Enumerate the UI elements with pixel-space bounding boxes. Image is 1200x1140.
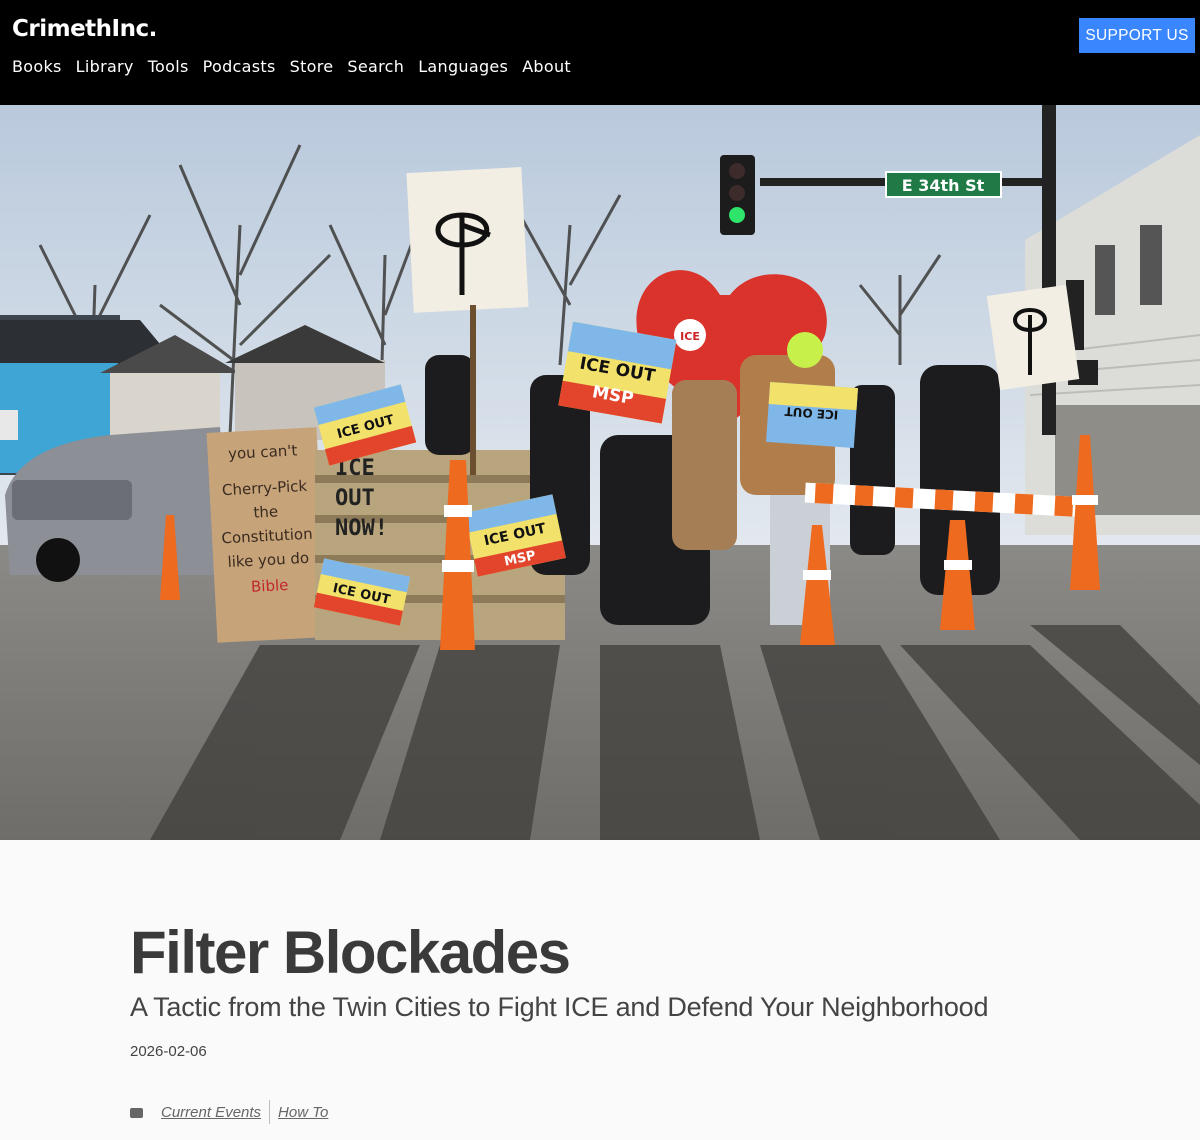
ice-out-sign-5: ICE OUT	[766, 382, 858, 448]
article-subtitle: A Tactic from the Twin Cities to Fight I…	[130, 992, 989, 1022]
street-sign: E 34th St	[902, 176, 985, 195]
nav-languages[interactable]: Languages	[418, 57, 508, 76]
nav-search[interactable]: Search	[347, 57, 404, 76]
cardboard-line-3: the	[253, 502, 279, 521]
nav-library[interactable]: Library	[76, 57, 134, 76]
tag-divider	[269, 1100, 271, 1124]
hero-image: E 34th St you can't Cherry-Pick the Cons…	[0, 105, 1200, 840]
tag-current-events[interactable]: Current Events	[161, 1104, 261, 1121]
nav-store[interactable]: Store	[290, 57, 334, 76]
nav-tools[interactable]: Tools	[148, 57, 189, 76]
ice-out-sign-1: ICE OUT MSP	[558, 321, 677, 424]
nav-podcasts[interactable]: Podcasts	[203, 57, 276, 76]
article-date: 2026-02-06	[130, 1043, 207, 1060]
site-logo[interactable]: CrimethInc.	[12, 16, 157, 42]
support-us-button[interactable]: SUPPORT US	[1079, 18, 1195, 53]
nav-books[interactable]: Books	[12, 57, 62, 76]
cardboard-line-6: Bible	[251, 576, 289, 596]
heart-label: ICE	[680, 330, 700, 343]
tag-icon	[130, 1108, 143, 1118]
cardboard-line-1: you can't	[228, 441, 298, 463]
article-tags: Current Events How To	[130, 1100, 328, 1124]
site-header: CrimethInc. Books Library Tools Podcasts…	[0, 0, 1200, 105]
article-title: Filter Blockades	[130, 919, 571, 986]
hero-photo: E 34th St you can't Cherry-Pick the Cons…	[0, 105, 1200, 840]
tag-how-to[interactable]: How To	[278, 1104, 328, 1121]
pallet-line-3: NOW!	[335, 516, 388, 541]
main-nav: Books Library Tools Podcasts Store Searc…	[12, 57, 585, 76]
pallet-line-2: OUT	[335, 486, 375, 511]
nav-about[interactable]: About	[522, 57, 571, 76]
